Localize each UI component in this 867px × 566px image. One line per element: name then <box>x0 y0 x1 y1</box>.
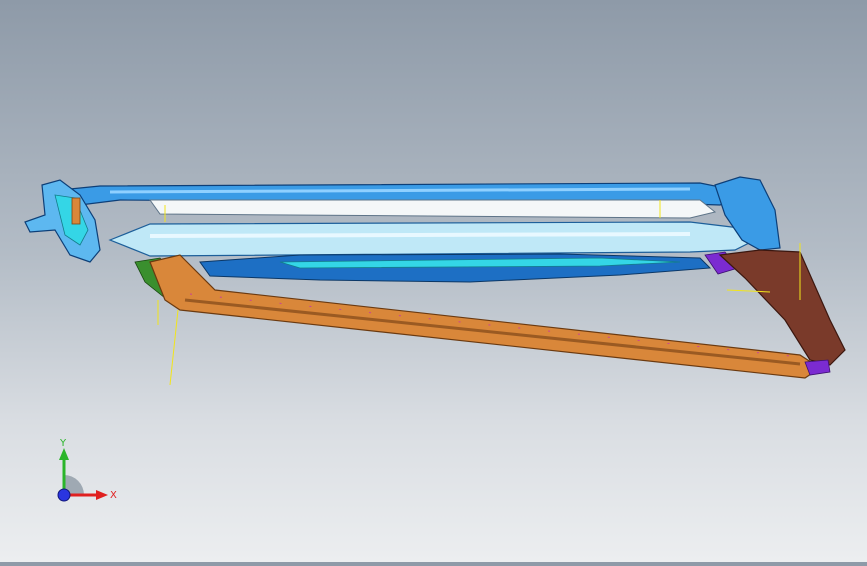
member-highlight <box>149 232 691 238</box>
x-axis-label: X <box>110 490 117 501</box>
cad-viewport[interactable]: X Y <box>0 0 867 562</box>
x-axis-arrow <box>96 490 108 500</box>
assembly-model[interactable] <box>0 0 867 562</box>
z-axis-origin <box>57 488 71 502</box>
left-orange-tab[interactable] <box>71 197 81 225</box>
main-light-blue-member[interactable] <box>108 221 757 257</box>
coordinate-triad: X Y <box>40 430 130 520</box>
triad-graphic: X Y <box>57 438 117 502</box>
lower-blue-underbody[interactable] <box>199 253 712 283</box>
y-axis-label: Y <box>59 438 67 449</box>
y-axis-arrow <box>59 448 69 460</box>
purple-arm-tip[interactable] <box>804 359 831 376</box>
white-panel[interactable] <box>149 199 717 219</box>
rail-shadow-line <box>184 298 801 366</box>
